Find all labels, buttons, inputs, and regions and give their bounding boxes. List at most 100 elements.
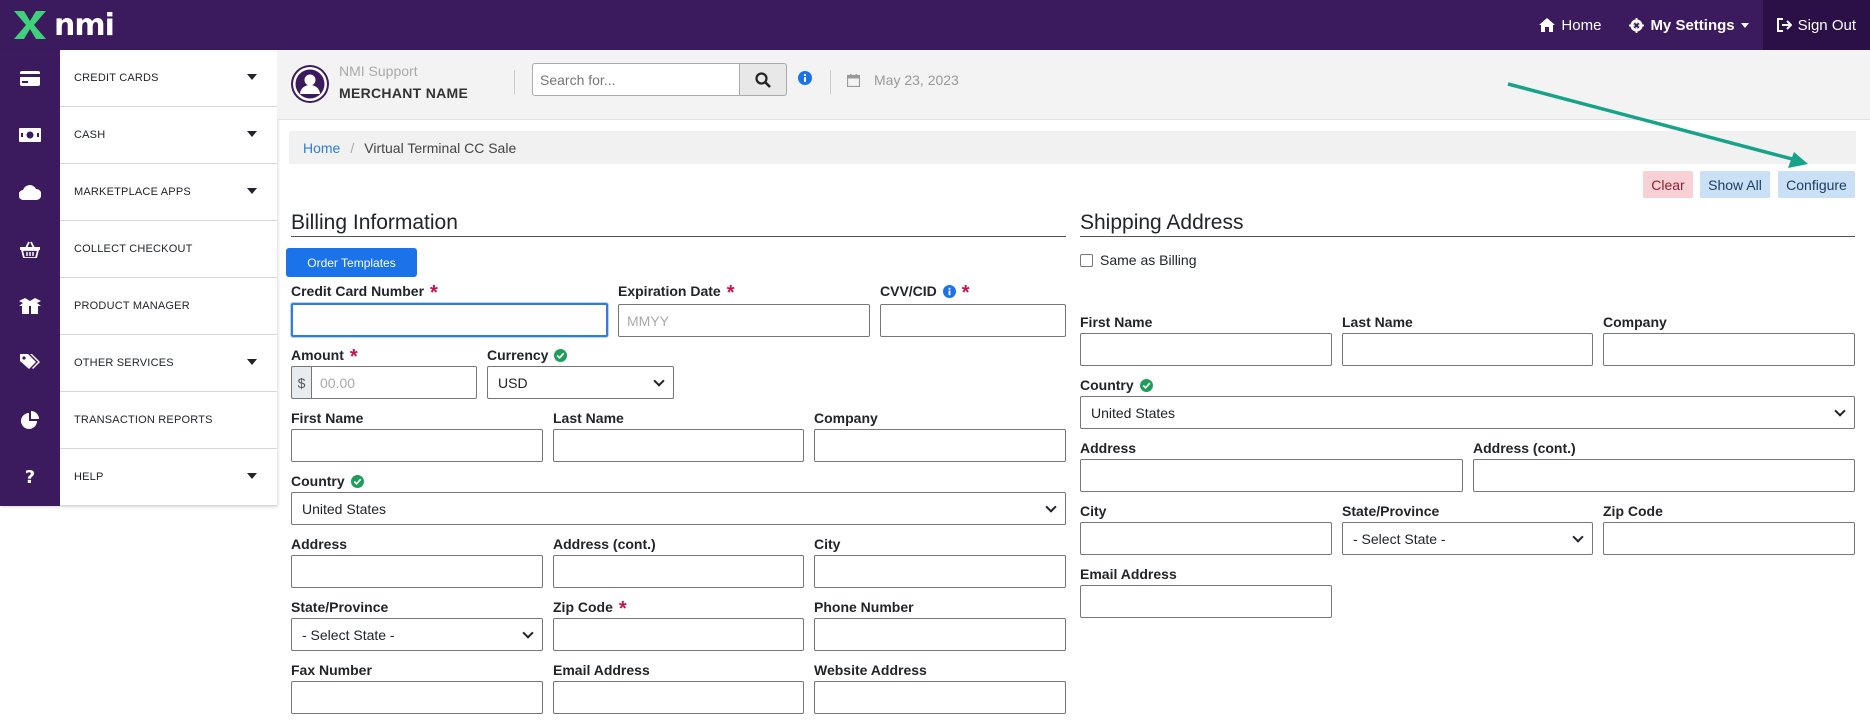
configure-button[interactable]: Configure [1778, 171, 1855, 198]
city-input[interactable] [814, 555, 1066, 588]
basket-icon [20, 241, 40, 258]
billing-section-title: Billing Information [291, 211, 458, 234]
logo-text: nmi [54, 7, 115, 43]
expiration-label: Expiration Date * [618, 282, 735, 304]
caret-down-icon [247, 188, 257, 194]
nav-home[interactable]: Home [1525, 0, 1615, 50]
first-name-label: First Name [291, 410, 364, 426]
check-circle-icon [554, 348, 568, 362]
state-label: State/Province [291, 599, 389, 615]
ship-country-select[interactable]: United States [1080, 396, 1855, 429]
nav-sign-out[interactable]: Sign Out [1762, 0, 1870, 50]
ship-address-input[interactable] [1080, 459, 1463, 492]
avatar[interactable] [291, 65, 329, 103]
top-bar: nmi Home My Settings Sign Out [0, 0, 1870, 50]
ship-city-input[interactable] [1080, 522, 1332, 555]
show-all-button[interactable]: Show All [1700, 171, 1770, 198]
address-cont-label: Address (cont.) [553, 536, 656, 552]
country-select[interactable]: United States [291, 492, 1066, 525]
breadcrumb-home-link[interactable]: Home [303, 140, 340, 156]
cvv-label: CVV/CID * [880, 282, 970, 304]
breadcrumb-separator: / [350, 139, 355, 156]
sidebar-item-other-services[interactable]: OTHER SERVICES [0, 334, 277, 392]
sidebar-item-product-manager[interactable]: PRODUCT MANAGER [0, 277, 277, 335]
clear-button[interactable]: Clear [1643, 171, 1693, 198]
search-button[interactable] [739, 63, 787, 96]
state-select[interactable]: - Select State - [291, 618, 543, 651]
ship-city-label: City [1080, 503, 1107, 519]
required-asterisk-icon: * [349, 346, 358, 368]
fax-input[interactable] [291, 681, 543, 714]
gear-icon [1629, 17, 1645, 33]
ship-state-select[interactable]: - Select State - [1342, 522, 1593, 555]
boxes-icon [19, 298, 41, 314]
breadcrumb-current: Virtual Terminal CC Sale [364, 139, 517, 156]
cash-icon [19, 128, 41, 142]
ship-zip-input[interactable] [1603, 522, 1855, 555]
amount-input[interactable]: 00.00 [311, 366, 477, 399]
nav-settings-label: My Settings [1650, 16, 1735, 34]
email-input[interactable] [553, 681, 804, 714]
sidebar-item-label: CASH [74, 129, 106, 141]
cc-number-input[interactable] [291, 303, 608, 337]
ship-address-label: Address [1080, 440, 1137, 456]
ship-email-input[interactable] [1080, 585, 1332, 618]
sidebar-item-label: COLLECT CHECKOUT [74, 243, 193, 255]
expiration-input[interactable]: MMYY [618, 304, 870, 337]
nmi-logo[interactable]: nmi [12, 7, 115, 43]
ship-email-label: Email Address [1080, 566, 1177, 582]
ship-address-cont-input[interactable] [1473, 459, 1855, 492]
zip-input[interactable] [553, 618, 804, 651]
ship-last-name-input[interactable] [1342, 333, 1593, 366]
sidebar-item-label: CREDIT CARDS [74, 72, 159, 84]
sidebar-item-help[interactable]: ? HELP [0, 448, 277, 506]
ship-company-input[interactable] [1603, 333, 1855, 366]
sidebar-item-label: MARKETPLACE APPS [74, 186, 191, 198]
ship-country-label: Country [1080, 377, 1153, 393]
first-name-input[interactable] [291, 429, 543, 462]
address-label: Address [291, 536, 348, 552]
currency-select[interactable]: USD [487, 366, 674, 399]
phone-label: Phone Number [814, 599, 914, 615]
address-cont-input[interactable] [553, 555, 804, 588]
sidebar-item-transaction-reports[interactable]: TRANSACTION REPORTS [0, 391, 277, 449]
city-label: City [814, 536, 841, 552]
sidebar-item-cash[interactable]: CASH [0, 106, 277, 164]
info-icon[interactable] [942, 284, 956, 298]
same-as-billing-checkbox[interactable] [1080, 254, 1093, 267]
nav-my-settings[interactable]: My Settings [1615, 0, 1762, 50]
search-input[interactable] [532, 63, 741, 96]
question-icon: ? [24, 466, 36, 488]
sign-out-icon [1776, 18, 1792, 32]
caret-down-icon [247, 74, 257, 80]
sidebar-item-collect-checkout[interactable]: COLLECT CHECKOUT [0, 220, 277, 278]
phone-input[interactable] [814, 618, 1066, 651]
company-input[interactable] [814, 429, 1066, 462]
zip-label: Zip Code * [553, 598, 627, 620]
required-asterisk-icon: * [430, 282, 438, 304]
chevron-down-icon [1740, 22, 1749, 28]
sidebar-item-label: PRODUCT MANAGER [74, 300, 190, 312]
website-label: Website Address [814, 662, 927, 678]
address-input[interactable] [291, 555, 543, 588]
ship-first-name-input[interactable] [1080, 333, 1332, 366]
calendar-icon [846, 74, 861, 92]
info-icon[interactable] [798, 71, 812, 90]
cvv-input[interactable] [880, 304, 1066, 337]
current-date: May 23, 2023 [874, 72, 959, 88]
currency-label: Currency [487, 347, 568, 363]
last-name-input[interactable] [553, 429, 804, 462]
website-input[interactable] [814, 681, 1066, 714]
required-asterisk-icon: * [726, 282, 735, 304]
tags-icon [20, 354, 40, 369]
merchant-bar: NMI Support MERCHANT NAME May 23, 2023 [277, 50, 1870, 120]
ship-address-cont-label: Address (cont.) [1473, 440, 1576, 456]
order-templates-button[interactable]: Order Templates [286, 248, 417, 277]
country-label: Country [291, 473, 364, 489]
same-as-billing-label[interactable]: Same as Billing [1100, 252, 1197, 268]
sidebar-item-credit-cards[interactable]: CREDIT CARDS [0, 49, 277, 107]
sidebar-item-marketplace-apps[interactable]: MARKETPLACE APPS [0, 163, 277, 221]
sidebar-item-label: TRANSACTION REPORTS [74, 414, 213, 426]
chevron-down-icon [1834, 404, 1846, 417]
breadcrumb: Home / Virtual Terminal CC Sale [289, 131, 1856, 164]
